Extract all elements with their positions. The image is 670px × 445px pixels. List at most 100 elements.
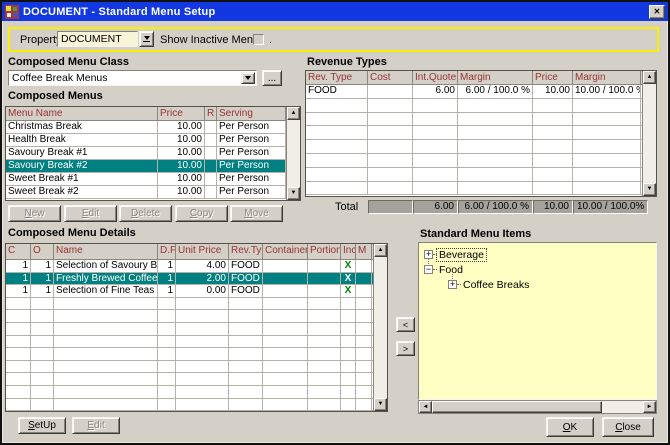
tree-item-label[interactable]: Food bbox=[437, 264, 465, 276]
scroll-down-icon[interactable]: ▼ bbox=[643, 183, 656, 196]
revenue-empty-row bbox=[306, 99, 656, 113]
scrollbar-thumb[interactable] bbox=[432, 401, 602, 413]
delete-button[interactable]: Delete bbox=[119, 205, 172, 222]
scroll-down-icon[interactable]: ▼ bbox=[374, 398, 387, 411]
scroll-down-icon[interactable]: ▼ bbox=[287, 187, 300, 200]
menu-row[interactable]: Christmas Break10.00Per Person bbox=[6, 121, 300, 134]
menu-row[interactable]: Sweet Break #210.00Per Person bbox=[6, 186, 300, 199]
expand-icon[interactable]: + bbox=[424, 250, 433, 259]
composed-menus-body: Christmas Break10.00Per PersonHealth Bre… bbox=[6, 121, 300, 199]
browse-button[interactable]: ... bbox=[262, 70, 282, 86]
scroll-right-icon[interactable]: ► bbox=[643, 401, 656, 413]
scroll-up-icon[interactable]: ▲ bbox=[643, 71, 656, 84]
menu-row[interactable]: Savoury Break #110.00Per Person bbox=[6, 147, 300, 160]
cell-inc bbox=[341, 386, 356, 398]
total-cell: 6.00 bbox=[413, 200, 458, 214]
edit-menu-button[interactable]: Edit bbox=[64, 205, 117, 222]
tree-item-coffee-breaks[interactable]: + Coffee Breaks bbox=[448, 278, 531, 291]
cell-cost bbox=[368, 182, 413, 195]
tree-item-label[interactable]: Coffee Breaks bbox=[461, 279, 531, 291]
cell-c bbox=[6, 361, 31, 373]
detail-row[interactable]: 11Selection of Fine Teas10.00FOODX bbox=[6, 285, 387, 298]
titlebar: DOCUMENT - Standard Menu Setup ✕ bbox=[2, 2, 668, 21]
cell-o bbox=[31, 323, 54, 335]
cell-unit_price bbox=[176, 336, 229, 348]
cell-inc bbox=[341, 361, 356, 373]
tree-item-beverage[interactable]: + Beverage bbox=[424, 248, 486, 261]
cell-name bbox=[54, 336, 158, 348]
revenue-types-label: Revenue Types bbox=[307, 56, 387, 68]
cell-cost bbox=[368, 168, 413, 181]
cell-o bbox=[31, 348, 54, 360]
cell-df bbox=[158, 386, 176, 398]
property-input[interactable]: DOCUMENT bbox=[57, 31, 138, 47]
transfer-left-button[interactable]: < bbox=[396, 317, 415, 332]
property-dropdown-button[interactable] bbox=[139, 31, 154, 47]
cell-container bbox=[263, 399, 308, 411]
cell-price bbox=[533, 99, 573, 112]
cell-name bbox=[54, 373, 158, 385]
menu-row[interactable]: Savoury Break #210.00Per Person bbox=[6, 160, 300, 173]
cell-inc bbox=[341, 310, 356, 322]
composed-menus-scrollbar[interactable]: ▲ ▼ bbox=[286, 107, 300, 200]
ok-button[interactable]: OK bbox=[546, 417, 594, 437]
cell-price: 10.00 bbox=[158, 160, 205, 172]
total-cell bbox=[368, 200, 413, 214]
scrollbar-track[interactable] bbox=[602, 401, 643, 413]
cell-price: 10.00 bbox=[533, 85, 573, 98]
edit-details-button[interactable]: Edit bbox=[72, 417, 120, 434]
revenue-row[interactable]: FOOD6.006.00 / 100.0 %10.0010.00 / 100.0… bbox=[306, 85, 656, 99]
cell-margin_price bbox=[573, 126, 641, 139]
scroll-up-icon[interactable]: ▲ bbox=[374, 244, 387, 257]
tree-item-food[interactable]: −Food bbox=[424, 263, 465, 276]
cell-rev_type bbox=[229, 348, 263, 360]
cell-portion bbox=[308, 298, 341, 310]
column-header: Name bbox=[54, 244, 158, 259]
menu-row[interactable]: Health Break10.00Per Person bbox=[6, 134, 300, 147]
details-scrollbar[interactable]: ▲ ▼ bbox=[373, 244, 387, 411]
move-button[interactable]: Move bbox=[230, 205, 283, 222]
cell-margin_price: 10.00 / 100.0 % bbox=[573, 85, 641, 98]
column-header: D.F. bbox=[158, 244, 176, 259]
cell-df bbox=[158, 336, 176, 348]
close-button[interactable]: Close bbox=[602, 417, 654, 437]
cell-portion bbox=[308, 361, 341, 373]
cell-rev_type bbox=[229, 399, 263, 411]
detail-row[interactable]: 11Selection of Savoury Bites14.00FOODX bbox=[6, 260, 387, 273]
cell-rev_type bbox=[306, 113, 368, 126]
cell-rev_type bbox=[306, 140, 368, 153]
total-label: Total bbox=[335, 201, 358, 213]
cell-margin_int bbox=[458, 154, 533, 167]
cell-name bbox=[54, 361, 158, 373]
cell-menu_name: Sweet Break #1 bbox=[6, 173, 158, 185]
show-inactive-menus-checkbox[interactable] bbox=[253, 34, 264, 45]
close-window-button[interactable]: ✕ bbox=[649, 5, 665, 19]
total-row: 6.006.00 / 100.0 %10.0010.00 / 100.0% bbox=[368, 200, 648, 214]
cell-price bbox=[533, 168, 573, 181]
collapse-icon[interactable]: − bbox=[424, 265, 433, 274]
scroll-up-icon[interactable]: ▲ bbox=[287, 107, 300, 120]
composed-menu-class-select[interactable]: Coffee Break Menus bbox=[8, 70, 257, 86]
cell-margin_price bbox=[573, 99, 641, 112]
combo-chevron-down-icon[interactable] bbox=[241, 72, 255, 84]
column-header: C bbox=[6, 244, 31, 259]
menu-row[interactable]: Sweet Break #110.00Per Person bbox=[6, 173, 300, 186]
tree-item-label[interactable]: Beverage bbox=[437, 249, 486, 261]
detail-row[interactable]: 11Freshly Brewed Coffee12.00FOODX bbox=[6, 273, 387, 286]
setup-button[interactable]: SetUp bbox=[18, 417, 66, 434]
dropdown-arrow-icon bbox=[144, 36, 150, 40]
transfer-right-button[interactable]: > bbox=[396, 341, 415, 356]
expand-icon[interactable]: + bbox=[448, 280, 457, 289]
cell-c bbox=[6, 298, 31, 310]
revenue-types-scrollbar[interactable]: ▲ ▼ bbox=[642, 71, 656, 196]
cell-int_quote bbox=[413, 154, 458, 167]
tree-horizontal-scrollbar[interactable]: ◄ ► bbox=[418, 400, 657, 414]
cell-unit_price bbox=[176, 310, 229, 322]
new-button[interactable]: New bbox=[8, 205, 61, 222]
scroll-left-icon[interactable]: ◄ bbox=[419, 401, 432, 413]
cell-df bbox=[158, 310, 176, 322]
cell-rev_type bbox=[229, 361, 263, 373]
detail-empty-row bbox=[6, 399, 387, 412]
cell-margin_int bbox=[458, 182, 533, 195]
copy-button[interactable]: Copy bbox=[175, 205, 228, 222]
